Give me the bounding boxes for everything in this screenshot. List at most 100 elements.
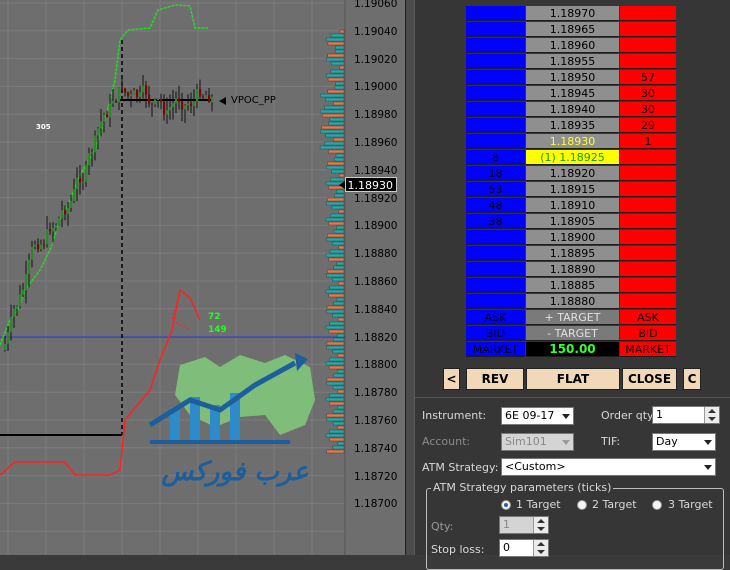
ask-cell[interactable]: [620, 38, 676, 53]
rev-button[interactable]: REV: [466, 368, 524, 390]
bid-cell[interactable]: [466, 70, 525, 85]
ask-cell[interactable]: [620, 278, 676, 293]
bid-cell[interactable]: [466, 246, 525, 261]
bid-row-center-cell[interactable]: - TARGET: [526, 326, 619, 341]
bid-row-buy-cell[interactable]: BID: [466, 326, 525, 341]
flat-button[interactable]: FLAT: [526, 368, 620, 390]
ladder-row[interactable]: 1.18945 30: [466, 86, 676, 102]
bid-cell[interactable]: [466, 278, 525, 293]
stop-loss-stepper[interactable]: 0: [499, 539, 549, 557]
ladder-row[interactable]: 1.18880: [466, 294, 676, 310]
ladder-row[interactable]: 1.18885: [466, 278, 676, 294]
tif-select[interactable]: Day: [652, 433, 716, 451]
bid-cell[interactable]: [466, 134, 525, 149]
ask-cell[interactable]: 57: [620, 70, 676, 85]
ask-cell[interactable]: 1: [620, 134, 676, 149]
ask-cell[interactable]: [620, 182, 676, 197]
ladder-row[interactable]: 53 1.18915: [466, 182, 676, 198]
volume-profile-bar: [319, 145, 345, 150]
c-button[interactable]: C: [683, 368, 701, 390]
ask-cell[interactable]: [620, 230, 676, 245]
ask-row-sell-cell[interactable]: ASK: [620, 310, 676, 325]
ask-cell[interactable]: 29: [620, 118, 676, 133]
qty-stepper[interactable]: 1: [499, 516, 549, 534]
ladder-row[interactable]: 1.18955: [466, 54, 676, 70]
ask-cell[interactable]: [620, 166, 676, 181]
market-row-buy-cell[interactable]: MARKET: [466, 342, 525, 357]
target3-label[interactable]: 3 Target: [668, 498, 713, 511]
ask-cell[interactable]: [620, 54, 676, 69]
bid-cell[interactable]: [466, 22, 525, 37]
bid-cell[interactable]: [466, 86, 525, 101]
volume-profile-bar: [325, 289, 345, 294]
bid-cell[interactable]: [466, 38, 525, 53]
bid-row[interactable]: BID - TARGET BID: [466, 326, 676, 342]
left-arrow-button[interactable]: <: [443, 368, 460, 390]
candle-body: [145, 85, 148, 95]
market-row-center-cell[interactable]: 150.00: [526, 342, 619, 357]
ladder-row[interactable]: 1.18950 57: [466, 70, 676, 86]
ladder-row[interactable]: 1.18940 30: [466, 102, 676, 118]
bid-cell[interactable]: 38: [466, 214, 525, 229]
atm-strategy-select[interactable]: <Custom>: [501, 458, 716, 476]
panel-splitter[interactable]: [405, 0, 415, 555]
ladder-row[interactable]: 1.18935 29: [466, 118, 676, 134]
bid-row-sell-cell[interactable]: BID: [620, 326, 676, 341]
ladder-row[interactable]: 1.18895: [466, 246, 676, 262]
close-button[interactable]: CLOSE: [622, 368, 677, 390]
ask-cell[interactable]: [620, 198, 676, 213]
ladder-row[interactable]: 38 1.18905: [466, 214, 676, 230]
target1-label[interactable]: 1 Target: [516, 498, 561, 511]
ladder-row[interactable]: 1.18965: [466, 22, 676, 38]
price-axis-tick: 1.18720: [354, 470, 398, 483]
market-row-sell-cell[interactable]: MARKET: [620, 342, 676, 357]
ask-cell[interactable]: [620, 246, 676, 261]
ask-cell[interactable]: [620, 294, 676, 309]
bid-cell[interactable]: [466, 6, 525, 21]
ladder-row[interactable]: 1.18960: [466, 38, 676, 54]
ladder-row[interactable]: 8 (1) 1.18925: [466, 150, 676, 166]
bid-cell[interactable]: 8: [466, 150, 525, 165]
instrument-select[interactable]: 6E 09-17: [501, 407, 574, 425]
ask-row-buy-cell[interactable]: ASK: [466, 310, 525, 325]
price-chart[interactable]: 1.19060 1.19040 1.19020 1.19000 1.18980 1.189…: [0, 0, 405, 555]
ladder-row[interactable]: 18 1.18920: [466, 166, 676, 182]
ask-cell[interactable]: [620, 150, 676, 165]
bid-cell[interactable]: 18: [466, 166, 525, 181]
candle-body: [49, 229, 52, 232]
volume-profile-bar: [326, 273, 345, 278]
bid-cell[interactable]: 48: [466, 198, 525, 213]
bid-cell[interactable]: [466, 118, 525, 133]
bid-cell[interactable]: 53: [466, 182, 525, 197]
ask-cell[interactable]: 30: [620, 102, 676, 117]
spin-arrows-icon[interactable]: [533, 540, 548, 556]
bid-cell[interactable]: [466, 230, 525, 245]
ask-cell[interactable]: [620, 22, 676, 37]
volume-profile-bar: [328, 121, 345, 126]
target2-radio[interactable]: [577, 500, 587, 510]
bid-cell[interactable]: [466, 294, 525, 309]
ladder-row[interactable]: 1.18970: [466, 6, 676, 22]
ask-row-center-cell[interactable]: + TARGET: [526, 310, 619, 325]
account-select[interactable]: Sim101: [501, 433, 574, 451]
ask-row[interactable]: ASK + TARGET ASK: [466, 310, 676, 326]
ask-cell[interactable]: 30: [620, 86, 676, 101]
ask-cell[interactable]: [620, 6, 676, 21]
ladder-row[interactable]: 1.18900: [466, 230, 676, 246]
ask-cell[interactable]: [620, 262, 676, 277]
ladder-row[interactable]: 48 1.18910: [466, 198, 676, 214]
order-qty-stepper[interactable]: 1: [652, 406, 720, 424]
ladder-row[interactable]: 1.18890: [466, 262, 676, 278]
target2-label[interactable]: 2 Target: [592, 498, 637, 511]
spin-arrows-icon[interactable]: [533, 517, 548, 533]
target1-radio[interactable]: [501, 500, 511, 510]
bid-cell[interactable]: [466, 54, 525, 69]
market-row[interactable]: MARKET 150.00 MARKET: [466, 342, 676, 358]
bid-cell[interactable]: [466, 102, 525, 117]
target3-radio[interactable]: [652, 500, 662, 510]
spin-arrows-icon[interactable]: [704, 407, 719, 423]
ask-cell[interactable]: [620, 214, 676, 229]
ladder-row[interactable]: 1.18930 1: [466, 134, 676, 150]
bid-cell[interactable]: [466, 262, 525, 277]
candle-body: [100, 121, 103, 129]
